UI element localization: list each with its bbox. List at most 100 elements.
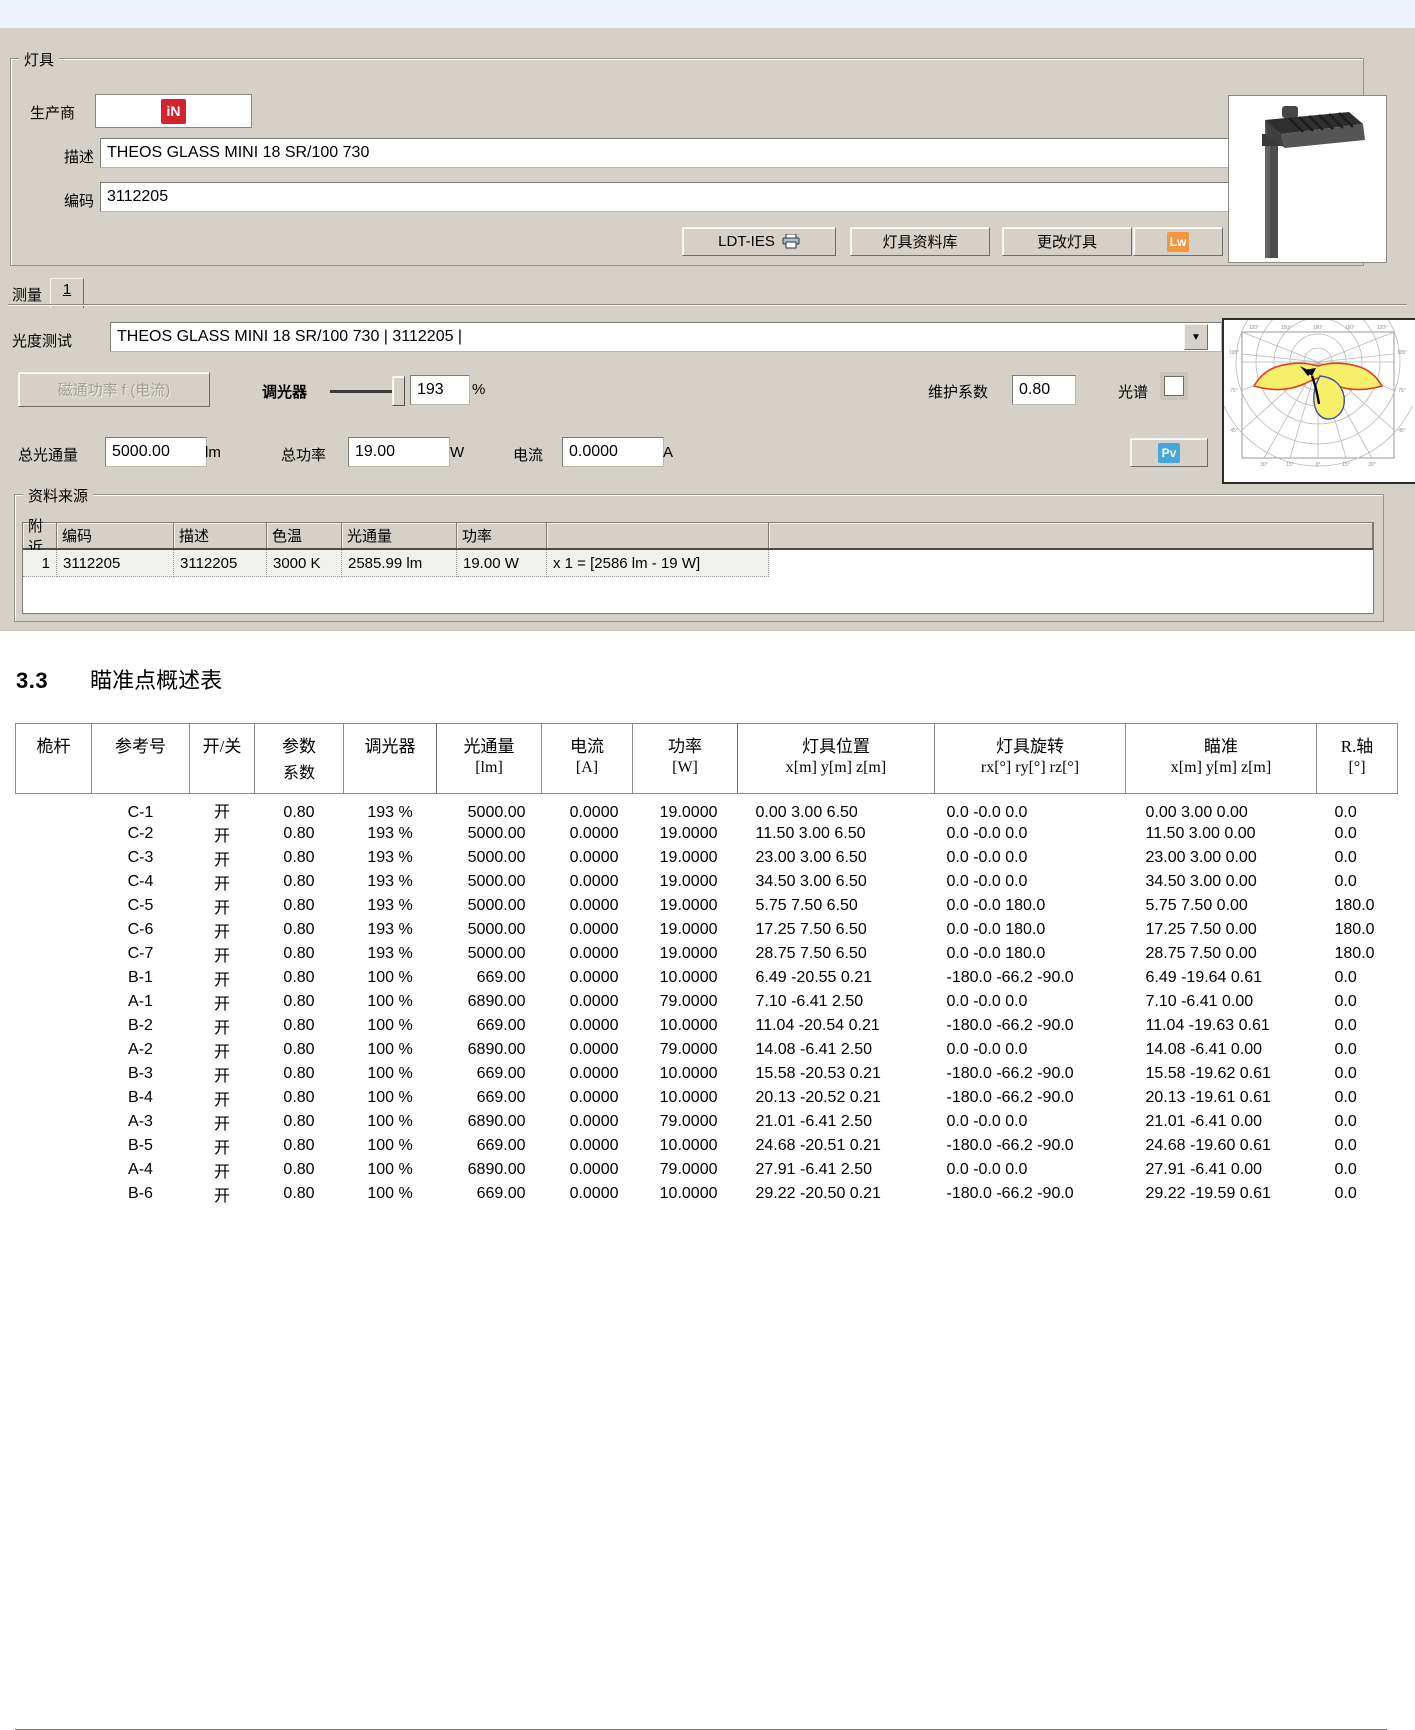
description-field[interactable]: THEOS GLASS MINI 18 SR/100 730 bbox=[100, 138, 1232, 168]
table-cell: 0.0000 bbox=[542, 870, 633, 894]
total-flux-field[interactable]: 5000.00 bbox=[105, 437, 207, 467]
dimmer-unit: % bbox=[472, 381, 485, 398]
change-luminaire-button[interactable]: 更改灯具 bbox=[1002, 227, 1132, 256]
datasource-header-cell[interactable]: 功率 bbox=[457, 523, 547, 548]
table-cell: 0.0 bbox=[1317, 1134, 1398, 1158]
aiming-header-cell: 灯具位置 bbox=[738, 724, 935, 758]
dimmer-value-field[interactable]: 193 bbox=[410, 375, 470, 405]
aiming-header-unit-cell bbox=[92, 757, 190, 794]
table-cell: 669.00 bbox=[437, 966, 542, 990]
table-cell: 19.0000 bbox=[633, 846, 738, 870]
datasource-header-cell[interactable]: 编码 bbox=[57, 523, 174, 548]
section-title: 瞄准点概述表 bbox=[90, 668, 222, 693]
table-cell: 669.00 bbox=[437, 1062, 542, 1086]
table-cell: 100 % bbox=[344, 1086, 437, 1110]
total-power-label: 总功率 bbox=[281, 444, 326, 465]
datasource-cell: 1 bbox=[23, 550, 57, 577]
tab-measurement-1[interactable]: 1 bbox=[50, 278, 84, 308]
table-cell: 79.0000 bbox=[633, 990, 738, 1014]
datasource-header-cell[interactable]: 附近 bbox=[23, 523, 57, 548]
table-cell: 29.22 -19.59 0.61 bbox=[1126, 1182, 1317, 1206]
measurement-label: 测量 bbox=[12, 284, 42, 305]
table-cell: 0.0 -0.0 0.0 bbox=[935, 1110, 1126, 1134]
aiming-header-cell: 调光器 bbox=[344, 724, 437, 758]
table-cell: 0.80 bbox=[255, 1110, 344, 1134]
table-cell: 0.0000 bbox=[542, 1038, 633, 1062]
table-cell: B-3 bbox=[92, 1062, 190, 1086]
table-cell bbox=[16, 894, 92, 918]
table-cell: 79.0000 bbox=[633, 1110, 738, 1134]
table-cell: 0.0000 bbox=[542, 794, 633, 822]
table-cell: 20.13 -19.61 0.61 bbox=[1126, 1086, 1317, 1110]
table-cell: 100 % bbox=[344, 1134, 437, 1158]
table-cell: -180.0 -66.2 -90.0 bbox=[935, 1062, 1126, 1086]
table-cell: 0.0 -0.0 0.0 bbox=[935, 822, 1126, 846]
luminaire-database-button[interactable]: 灯具资料库 bbox=[850, 227, 990, 256]
maintenance-field[interactable]: 0.80 bbox=[1012, 375, 1076, 405]
total-power-unit: W bbox=[450, 444, 464, 461]
table-cell: 11.50 3.00 6.50 bbox=[738, 822, 935, 846]
table-cell bbox=[16, 918, 92, 942]
table-cell: 5000.00 bbox=[437, 794, 542, 822]
table-cell: 669.00 bbox=[437, 1182, 542, 1206]
table-cell: A-3 bbox=[92, 1110, 190, 1134]
datasource-header-cell[interactable]: 色温 bbox=[267, 523, 342, 548]
table-cell bbox=[16, 990, 92, 1014]
spectrum-label: 光谱 bbox=[1118, 381, 1148, 402]
svg-text:105°: 105° bbox=[1229, 350, 1239, 356]
table-cell: 0.0 -0.0 180.0 bbox=[935, 942, 1126, 966]
aiming-header-cell: 参考号 bbox=[92, 724, 190, 758]
table-cell: 0.80 bbox=[255, 966, 344, 990]
table-cell: 28.75 7.50 6.50 bbox=[738, 942, 935, 966]
datasource-header-cell[interactable]: 描述 bbox=[174, 523, 267, 548]
datasource-header-cell[interactable]: 光通量 bbox=[342, 523, 457, 548]
svg-text:75°: 75° bbox=[1398, 388, 1406, 394]
svg-text:15°: 15° bbox=[1286, 462, 1294, 468]
table-cell: 100 % bbox=[344, 1110, 437, 1134]
current-field[interactable]: 0.0000 bbox=[562, 437, 664, 467]
lw-button[interactable]: Lw bbox=[1133, 227, 1223, 256]
dimmer-slider-track[interactable] bbox=[330, 390, 398, 393]
datasource-row[interactable]: 1311220531122053000 K2585.99 lm19.00 Wx … bbox=[23, 550, 1373, 577]
dimmer-slider-handle[interactable] bbox=[392, 376, 405, 406]
window-top-strip bbox=[0, 0, 1415, 28]
table-cell: 0.0000 bbox=[542, 918, 633, 942]
table-cell: 27.91 -6.41 0.00 bbox=[1126, 1158, 1317, 1182]
datasource-header-cell[interactable] bbox=[547, 523, 769, 548]
table-cell: 0.0 bbox=[1317, 1110, 1398, 1134]
code-field[interactable]: 3112205 bbox=[100, 182, 1232, 212]
table-cell bbox=[16, 846, 92, 870]
table-cell: B-1 bbox=[92, 966, 190, 990]
aiming-header-unit-cell: 系数 bbox=[255, 757, 344, 794]
table-cell bbox=[16, 942, 92, 966]
datasource-header-cell[interactable] bbox=[769, 523, 1373, 548]
svg-text:45°: 45° bbox=[1230, 428, 1238, 434]
table-cell: 0.0 bbox=[1317, 870, 1398, 894]
current-unit: A bbox=[663, 444, 673, 461]
table-cell: 5000.00 bbox=[437, 846, 542, 870]
table-cell: 0.0 bbox=[1317, 794, 1398, 822]
spectrum-checkbox[interactable] bbox=[1160, 372, 1188, 400]
ldt-ies-button[interactable]: LDT-IES bbox=[682, 227, 836, 256]
table-cell: 5.75 7.50 0.00 bbox=[1126, 894, 1317, 918]
table-cell: 21.01 -6.41 0.00 bbox=[1126, 1110, 1317, 1134]
table-cell: 0.0 bbox=[1317, 1038, 1398, 1062]
table-cell: 0.0000 bbox=[542, 846, 633, 870]
pv-button[interactable]: Pv bbox=[1130, 438, 1208, 467]
table-cell: 0.80 bbox=[255, 846, 344, 870]
table-row: A-1开0.80100 %6890.000.000079.00007.10 -6… bbox=[16, 990, 1398, 1014]
total-flux-label: 总光通量 bbox=[18, 444, 78, 465]
table-cell: B-4 bbox=[92, 1086, 190, 1110]
photometry-dropdown[interactable]: THEOS GLASS MINI 18 SR/100 730 | 3112205… bbox=[110, 322, 1222, 352]
total-power-field[interactable]: 19.00 bbox=[348, 437, 450, 467]
datasource-cell: 2585.99 lm bbox=[342, 550, 457, 577]
datasource-cell: 3112205 bbox=[174, 550, 267, 577]
table-cell: 开 bbox=[190, 918, 255, 942]
svg-text:120°: 120° bbox=[1249, 325, 1259, 331]
table-cell bbox=[16, 1038, 92, 1062]
table-cell: 5000.00 bbox=[437, 822, 542, 846]
table-row: C-7开0.80193 %5000.000.000019.000028.75 7… bbox=[16, 942, 1398, 966]
table-cell: 14.08 -6.41 2.50 bbox=[738, 1038, 935, 1062]
dropdown-arrow-icon[interactable]: ▼ bbox=[1184, 324, 1208, 350]
luminaire-photo bbox=[1228, 95, 1387, 263]
